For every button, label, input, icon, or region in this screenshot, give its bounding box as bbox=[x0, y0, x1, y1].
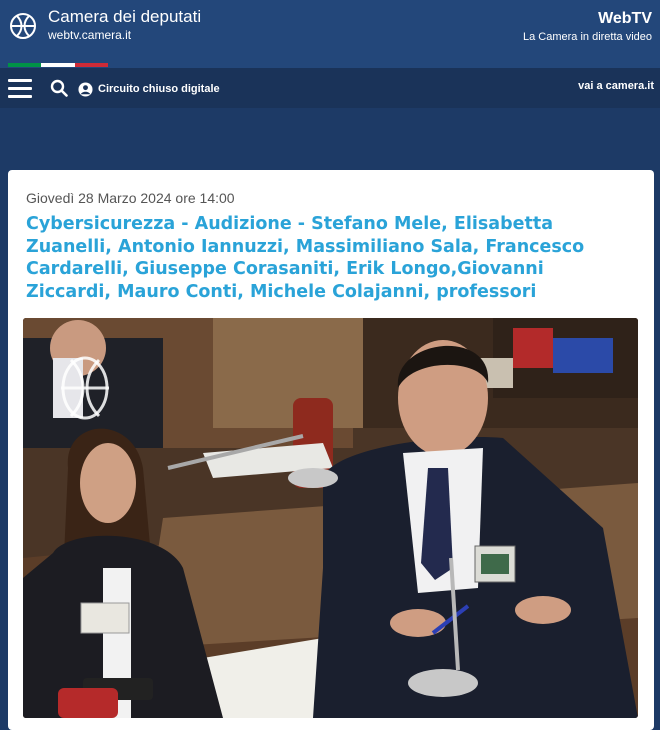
italian-flag-strip bbox=[8, 63, 108, 67]
camera-deputati-logo-icon[interactable] bbox=[7, 10, 39, 42]
hamburger-menu-icon[interactable] bbox=[8, 79, 32, 98]
event-title: Cybersicurezza - Audizione - Stefano Mel… bbox=[26, 214, 585, 302]
user-circle-icon bbox=[78, 81, 93, 97]
camera-deputati-watermark-icon bbox=[61, 356, 109, 420]
closed-circuit-link[interactable]: Circuito chiuso digitale bbox=[78, 80, 220, 98]
webtv-subtitle: La Camera in diretta video bbox=[522, 31, 652, 43]
closed-circuit-label: Circuito chiuso digitale bbox=[98, 83, 220, 95]
search-icon[interactable] bbox=[50, 79, 68, 97]
video-frame bbox=[23, 318, 638, 718]
site-url[interactable]: webtv.camera.it bbox=[48, 28, 131, 42]
site-title[interactable]: Camera dei deputati bbox=[48, 7, 201, 27]
event-date: Giovedì 28 Marzo 2024 ore 14:00 bbox=[26, 190, 235, 206]
video-player[interactable] bbox=[23, 318, 638, 718]
webtv-title[interactable]: WebTV bbox=[598, 10, 652, 28]
camera-link[interactable]: vai a camera.it bbox=[578, 80, 654, 92]
